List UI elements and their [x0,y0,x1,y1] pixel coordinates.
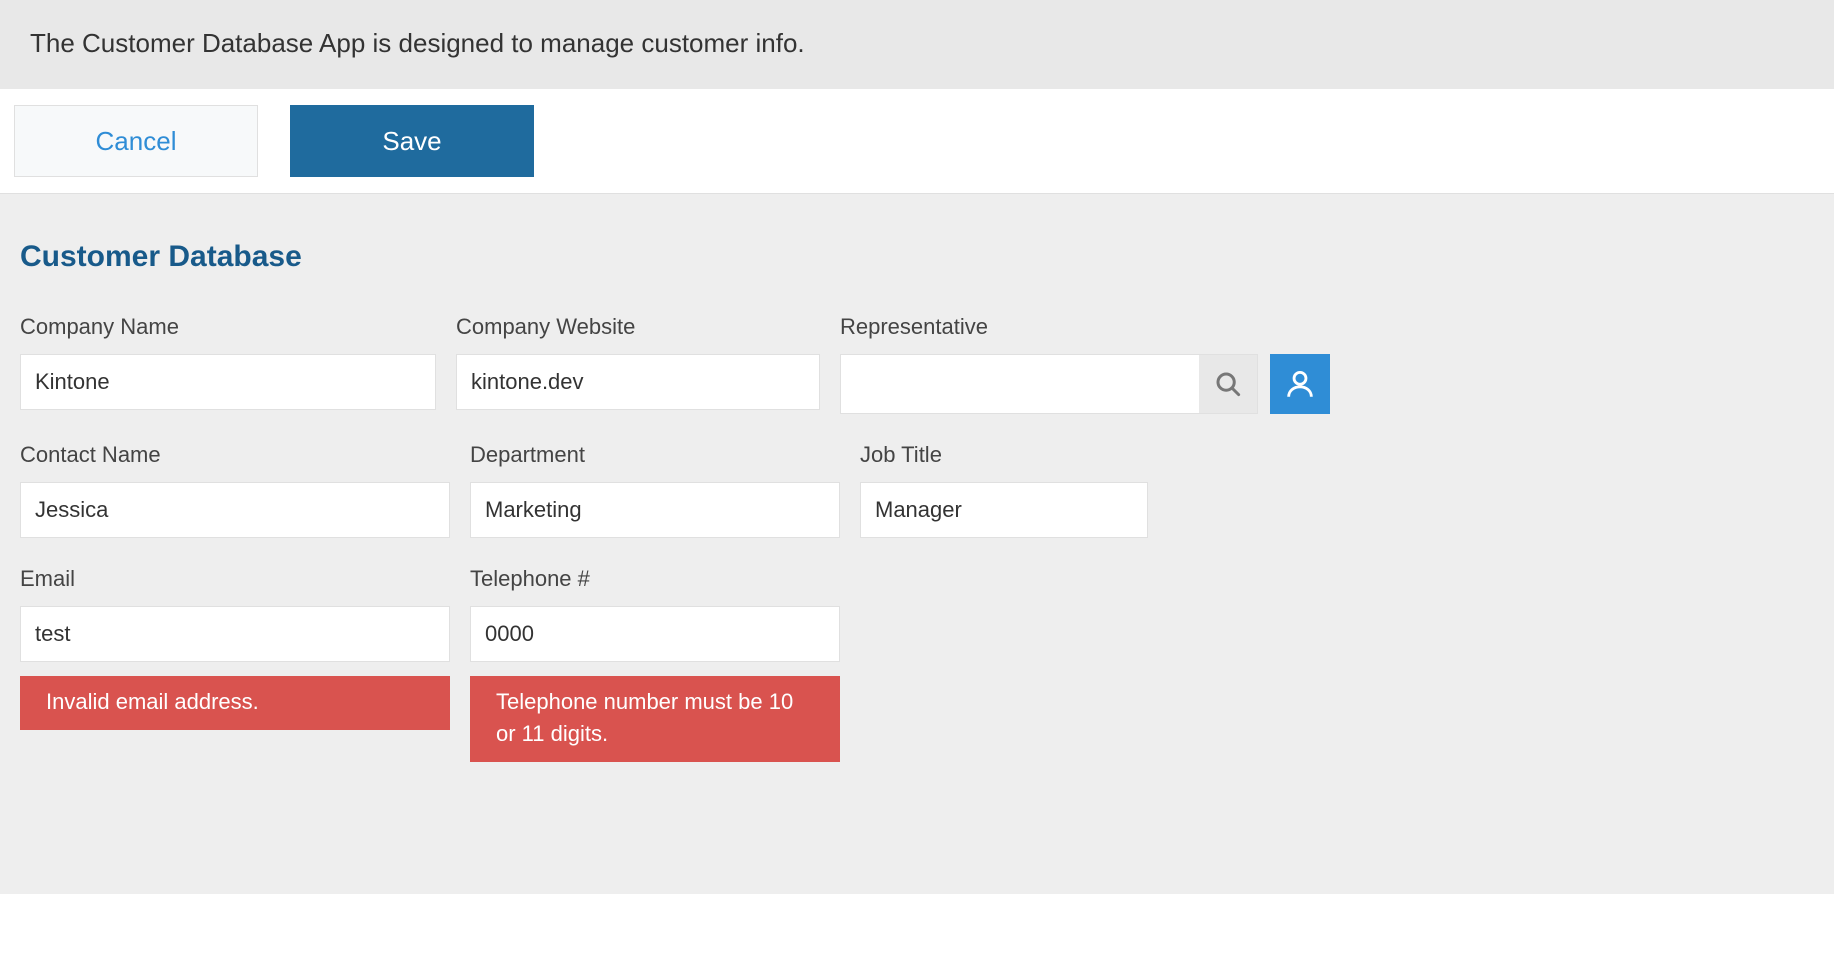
representative-label: Representative [840,314,1330,340]
contact-name-input[interactable] [20,482,450,538]
email-error-text: Invalid email address. [46,689,259,714]
representative-input-group [840,354,1330,414]
contact-name-field: Contact Name [20,442,450,538]
email-error-message: Invalid email address. [20,676,450,730]
representative-field: Representative [840,314,1330,414]
representative-search-button[interactable] [1199,355,1257,413]
telephone-input[interactable] [470,606,840,662]
company-website-label: Company Website [456,314,820,340]
department-input[interactable] [470,482,840,538]
telephone-label: Telephone # [470,566,840,592]
cancel-button[interactable]: Cancel [14,105,258,177]
company-name-field: Company Name [20,314,436,410]
email-input[interactable] [20,606,450,662]
company-name-label: Company Name [20,314,436,340]
user-icon [1283,367,1317,401]
form-title: Customer Database [20,240,1814,274]
representative-input[interactable] [841,355,1199,413]
action-toolbar: Cancel Save [0,89,1834,194]
department-field: Department [470,442,840,538]
job-title-label: Job Title [860,442,1148,468]
company-name-input[interactable] [20,354,436,410]
representative-searchbox [840,354,1258,414]
form-row-3: Email Invalid email address. Telephone #… [20,566,1814,762]
telephone-error-text: Telephone number must be 10 or 11 digits… [496,689,793,746]
job-title-input[interactable] [860,482,1148,538]
form-area: Customer Database Company Name Company W… [0,194,1834,894]
form-row-2: Contact Name Department Job Title [20,442,1814,538]
telephone-field: Telephone # Telephone number must be 10 … [470,566,840,762]
search-icon [1213,369,1243,399]
cancel-button-label: Cancel [96,126,177,157]
form-row-1: Company Name Company Website Representat… [20,314,1814,414]
email-field: Email Invalid email address. [20,566,450,730]
save-button[interactable]: Save [290,105,534,177]
department-label: Department [470,442,840,468]
app-description-banner: The Customer Database App is designed to… [0,0,1834,89]
email-label: Email [20,566,450,592]
app-description-text: The Customer Database App is designed to… [30,28,805,58]
company-website-field: Company Website [456,314,820,410]
job-title-field: Job Title [860,442,1148,538]
representative-user-picker-button[interactable] [1270,354,1330,414]
contact-name-label: Contact Name [20,442,450,468]
company-website-input[interactable] [456,354,820,410]
telephone-error-message: Telephone number must be 10 or 11 digits… [470,676,840,762]
save-button-label: Save [382,126,441,157]
